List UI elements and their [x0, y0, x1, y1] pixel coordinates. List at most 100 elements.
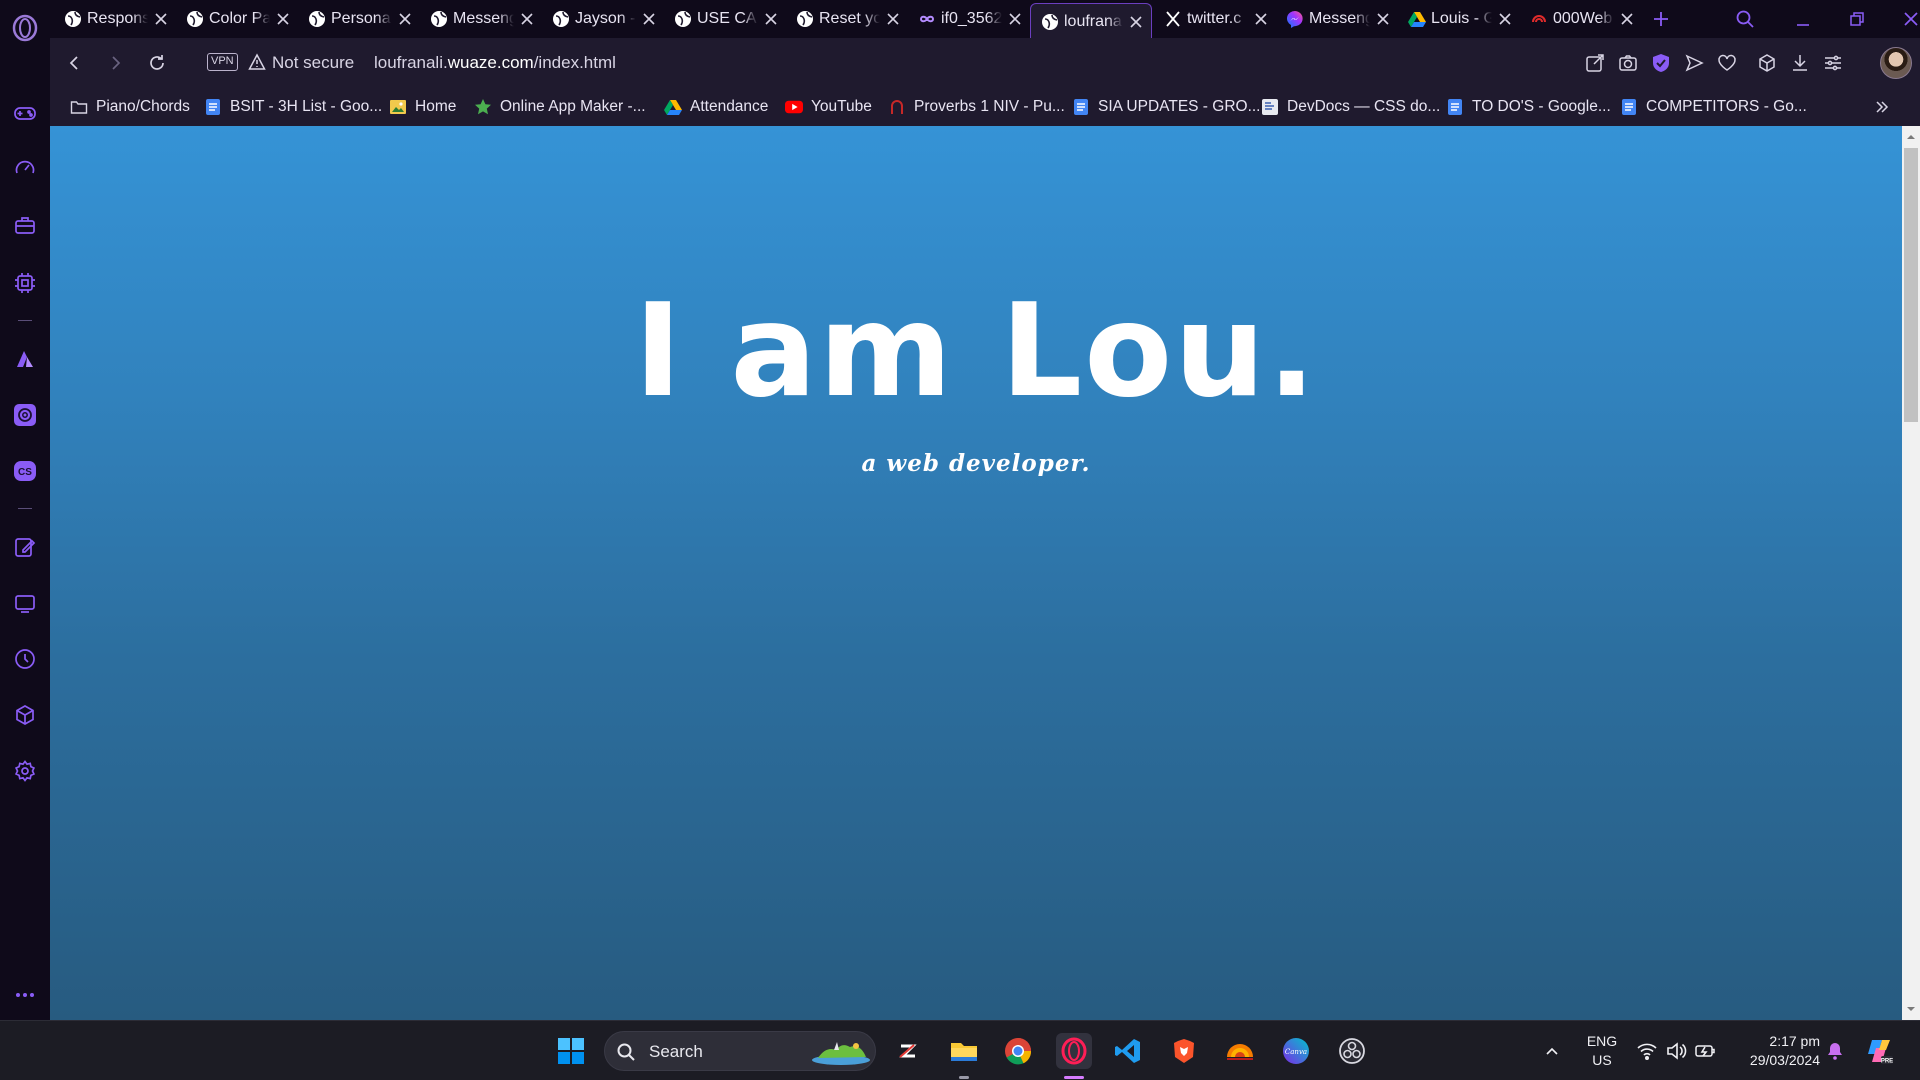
sublime-sunset-app-icon[interactable]	[1222, 1033, 1258, 1069]
scroll-up-arrow-icon[interactable]	[1906, 132, 1916, 142]
taskbar-search-box[interactable]: Search	[604, 1031, 876, 1071]
heart-bookmark-icon[interactable]	[1714, 50, 1740, 76]
browser-tab[interactable]: USE CAS	[664, 2, 786, 36]
bookmark-item[interactable]: TO DO'S - Google...	[1446, 96, 1611, 118]
page-scrollbar[interactable]	[1902, 126, 1920, 1020]
globe-icon	[186, 10, 204, 28]
bookmark-label: DevDocs — CSS do...	[1287, 98, 1441, 115]
gamepad-icon[interactable]	[12, 100, 38, 126]
close-tab-icon[interactable]	[396, 10, 414, 28]
browser-tab[interactable]: Jayson -	[542, 2, 664, 36]
browser-tab[interactable]: Messeng	[420, 2, 542, 36]
forward-arrow-icon[interactable]	[102, 50, 128, 76]
bookmark-item[interactable]: Online App Maker -...	[474, 96, 646, 118]
reload-icon[interactable]	[144, 50, 170, 76]
scrollbar-thumb[interactable]	[1904, 148, 1918, 422]
bookmark-item[interactable]: Piano/Chords	[70, 96, 190, 118]
close-tab-icon[interactable]	[1252, 10, 1270, 28]
opera-gx-icon[interactable]	[1056, 1033, 1092, 1069]
bookmark-item[interactable]: SIA UPDATES - GRO...	[1072, 96, 1261, 118]
browser-tab[interactable]: Reset yo	[786, 2, 908, 36]
close-tab-icon[interactable]	[884, 10, 902, 28]
pinboard-icon[interactable]	[12, 534, 38, 560]
settings-gear-icon[interactable]	[12, 758, 38, 784]
chatgpt-icon[interactable]	[12, 402, 38, 428]
history-clock-icon[interactable]	[12, 646, 38, 672]
windows-start-icon[interactable]	[556, 1036, 586, 1066]
browser-tab[interactable]: Personal	[298, 2, 420, 36]
edit-share-icon[interactable]	[1582, 50, 1608, 76]
chip-icon[interactable]	[12, 270, 38, 296]
scroll-down-arrow-icon[interactable]	[1906, 1004, 1916, 1014]
bookmark-item[interactable]: Attendance	[664, 96, 768, 118]
close-tab-icon[interactable]	[518, 10, 536, 28]
obs-studio-icon[interactable]	[1334, 1033, 1370, 1069]
vscode-icon[interactable]	[1110, 1033, 1146, 1069]
close-tab-icon[interactable]	[1127, 13, 1145, 31]
minimize-icon[interactable]	[1790, 6, 1816, 32]
browser-tab-active[interactable]: loufrana	[1030, 3, 1152, 39]
camera-snapshot-icon[interactable]	[1615, 50, 1641, 76]
adblock-shield-icon[interactable]	[1648, 50, 1674, 76]
chrome-icon[interactable]	[1000, 1033, 1036, 1069]
volume-icon[interactable]	[1665, 1040, 1687, 1062]
browser-tab[interactable]: twitter.c	[1154, 2, 1276, 36]
back-arrow-icon[interactable]	[62, 50, 88, 76]
chatsonic-icon[interactable]: CS	[12, 458, 38, 484]
aria-ai-icon[interactable]	[12, 346, 38, 372]
vpn-badge[interactable]: VPN	[207, 53, 238, 71]
tabs-icon[interactable]	[12, 590, 38, 616]
more-dots-icon[interactable]	[12, 982, 38, 1008]
copilot-icon[interactable]: PRE	[1864, 1036, 1894, 1066]
close-tab-icon[interactable]	[152, 10, 170, 28]
opera-logo-icon[interactable]	[10, 13, 40, 43]
notification-bell-icon[interactable]	[1824, 1040, 1846, 1062]
browser-tab[interactable]: if0_3562	[908, 2, 1030, 36]
briefcase-icon[interactable]	[12, 212, 38, 238]
tab-title: Reset yo	[819, 10, 880, 27]
bookmark-item[interactable]: Home	[389, 96, 456, 118]
new-tab-plus-icon[interactable]	[1648, 6, 1674, 32]
restore-window-icon[interactable]	[1844, 6, 1870, 32]
download-icon[interactable]	[1787, 50, 1813, 76]
browser-tab[interactable]: Louis - G	[1398, 2, 1520, 36]
bookmark-item[interactable]: YouTube	[785, 96, 872, 118]
chevron-double-right-icon[interactable]	[1872, 97, 1892, 117]
brave-icon[interactable]	[1166, 1033, 1202, 1069]
close-tab-icon[interactable]	[274, 10, 292, 28]
bookmark-item[interactable]: COMPETITORS - Go...	[1620, 96, 1807, 118]
profile-avatar[interactable]	[1880, 47, 1912, 79]
warning-triangle-icon[interactable]	[247, 52, 267, 72]
browser-tab[interactable]: 000Web	[1520, 2, 1642, 36]
wifi-icon[interactable]	[1636, 1040, 1658, 1062]
send-flow-icon[interactable]	[1681, 50, 1707, 76]
battery-charging-icon[interactable]	[1694, 1040, 1716, 1062]
bookmark-item[interactable]: DevDocs — CSS do...	[1261, 96, 1440, 118]
bookmark-item[interactable]: Proverbs 1 NIV - Pu...	[888, 96, 1065, 118]
easy-setup-sliders-icon[interactable]	[1820, 50, 1846, 76]
bookmark-item[interactable]: BSIT - 3H List - Goo...	[204, 96, 382, 118]
close-tab-icon[interactable]	[640, 10, 658, 28]
speed-dial-icon[interactable]	[12, 155, 38, 181]
extensions-cube-icon[interactable]	[1754, 50, 1780, 76]
security-status-label[interactable]: Not secure	[272, 53, 354, 73]
file-explorer-icon[interactable]	[946, 1033, 982, 1069]
browser-tab[interactable]: Respons	[54, 2, 176, 36]
close-tab-icon[interactable]	[1006, 10, 1024, 28]
zen-app-icon[interactable]	[890, 1033, 926, 1069]
canva-icon[interactable]: Canva	[1278, 1033, 1314, 1069]
language-indicator[interactable]: ENG US	[1582, 1032, 1622, 1070]
close-tab-icon[interactable]	[1618, 10, 1636, 28]
url-field[interactable]: loufranali.wuaze.com/index.html	[374, 53, 616, 73]
close-tab-icon[interactable]	[1374, 10, 1392, 28]
close-tab-icon[interactable]	[1496, 10, 1514, 28]
browser-tab[interactable]: Messeng	[1276, 2, 1398, 36]
extensions-cube-icon[interactable]	[12, 702, 38, 728]
bookmark-label: COMPETITORS - Go...	[1646, 98, 1807, 115]
close-window-icon[interactable]	[1898, 6, 1920, 32]
chevron-up-icon[interactable]	[1542, 1041, 1562, 1061]
browser-tab[interactable]: Color Pa	[176, 2, 298, 36]
close-tab-icon[interactable]	[762, 10, 780, 28]
system-clock[interactable]: 2:17 pm 29/03/2024	[1730, 1032, 1820, 1070]
tab-search-icon[interactable]	[1732, 6, 1758, 32]
